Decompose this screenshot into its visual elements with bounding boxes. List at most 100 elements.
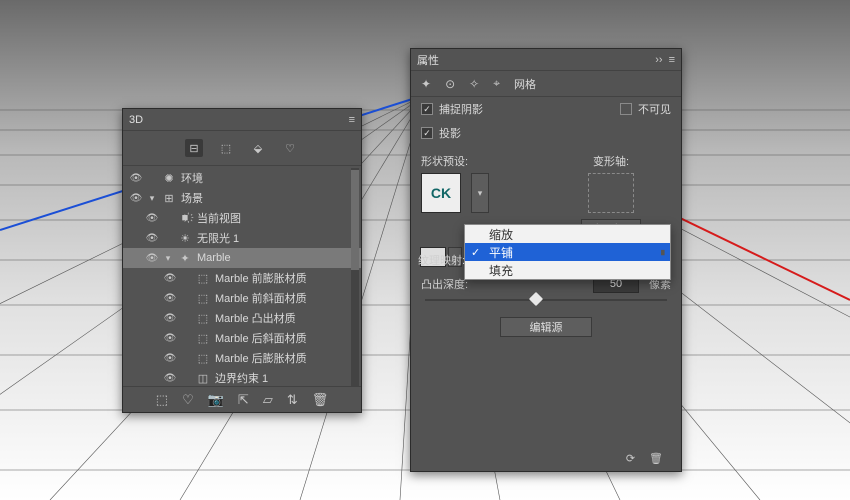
visibility-eye-icon[interactable]: 👁 bbox=[163, 373, 177, 384]
visibility-eye-icon[interactable]: 👁 bbox=[145, 213, 159, 224]
properties-tabs: ✦ ⊙ ✧ ⌖ 网格 bbox=[411, 71, 681, 97]
tree-row-marble-back-bevel[interactable]: 👁 ⬚ Marble 后斜面材质 bbox=[123, 328, 361, 348]
filter-row: ⊟ ⬚ ⬙ ♡ bbox=[123, 131, 361, 166]
label-shape-preset: 形状预设: bbox=[421, 153, 541, 169]
visibility-eye-icon[interactable]: 👁 bbox=[129, 173, 143, 184]
footer-camera-icon[interactable]: 📷 bbox=[208, 392, 224, 408]
edit-source-button[interactable]: 编辑源 bbox=[500, 317, 592, 337]
tree-row-boundary-constraint-1[interactable]: 👁 ◫ 边界约束 1 bbox=[123, 368, 361, 388]
item-type-icon: ⬚ bbox=[195, 332, 211, 345]
tab-mesh-label[interactable]: 网格 bbox=[514, 76, 536, 92]
dropdown-option-0[interactable]: 缩放 bbox=[465, 225, 670, 243]
check-icon: ✓ bbox=[471, 246, 480, 259]
texture-mapping-dropdown-menu: 缩放✓平铺填充 ▖ bbox=[464, 224, 671, 280]
item-type-icon: ⬚ bbox=[195, 272, 211, 285]
panel-properties-title: 属性 bbox=[417, 52, 649, 68]
visibility-eye-icon[interactable]: 👁 bbox=[145, 253, 159, 264]
filter-scene-icon[interactable]: ⊟ bbox=[185, 139, 203, 157]
item-type-icon: ⬚ bbox=[195, 292, 211, 305]
panel-3d-footer: ⬚ ♡ 📷 ⇱ ▱ ⇅ 🗑 bbox=[123, 386, 361, 412]
tab-icon-3[interactable]: ✧ bbox=[469, 77, 479, 91]
filter-light-icon[interactable]: ♡ bbox=[281, 139, 299, 157]
visibility-eye-icon[interactable]: 👁 bbox=[129, 193, 143, 204]
item-label: Marble 凸出材质 bbox=[215, 310, 361, 326]
footer-light-icon[interactable]: ♡ bbox=[182, 392, 194, 408]
item-type-icon: ⬚ bbox=[195, 312, 211, 325]
footer-plane-icon[interactable]: ▱ bbox=[263, 392, 273, 408]
filter-material-icon[interactable]: ⬙ bbox=[249, 139, 267, 157]
panel-menu-icon[interactable]: ≡ bbox=[669, 54, 675, 66]
item-type-icon: ◫ bbox=[195, 372, 211, 385]
footer-mesh-icon[interactable]: ⬚ bbox=[156, 392, 168, 408]
footer-trash-icon[interactable]: 🗑 bbox=[649, 452, 663, 465]
panel-3d-header[interactable]: 3D ≡ bbox=[123, 109, 361, 131]
shape-preset-swatch[interactable]: CK bbox=[421, 173, 461, 213]
item-type-icon: ✺ bbox=[161, 172, 177, 185]
item-type-icon: ⊞ bbox=[161, 192, 177, 205]
visibility-eye-icon[interactable]: 👁 bbox=[163, 333, 177, 344]
visibility-eye-icon[interactable]: 👁 bbox=[163, 293, 177, 304]
panel-properties-footer: ⟳ 🗑 bbox=[626, 445, 681, 471]
item-label: 边界约束 1 bbox=[215, 370, 361, 386]
scene-tree: 👁 ✺ 环境 👁 ▾ ⊞ 场景 👁 ■҉ 当前视图 👁 ☀ 无限光 1 👁 ▾ ✦ Marble 👁 ⬚ Marble… bbox=[123, 166, 361, 394]
visibility-eye-icon[interactable]: 👁 bbox=[145, 233, 159, 244]
label-cast-shadows: 投影 bbox=[439, 125, 461, 141]
footer-swap-icon[interactable]: ⇅ bbox=[287, 392, 298, 408]
tree-scrollbar[interactable] bbox=[351, 168, 359, 392]
tree-row-marble-back-inflation[interactable]: 👁 ⬚ Marble 后膨胀材质 bbox=[123, 348, 361, 368]
dropdown-arrow-icon: ▖ bbox=[661, 245, 668, 256]
item-type-icon: ✦ bbox=[177, 252, 193, 265]
item-type-icon: ⬚ bbox=[195, 352, 211, 365]
tab-icon-2[interactable]: ⊙ bbox=[445, 77, 455, 91]
item-label: 环境 bbox=[181, 170, 361, 186]
item-label: Marble bbox=[197, 252, 361, 264]
visibility-eye-icon[interactable]: 👁 bbox=[163, 353, 177, 364]
item-label: 当前视图 bbox=[197, 210, 361, 226]
item-label: 无限光 1 bbox=[197, 230, 361, 246]
item-type-icon: ■҉ bbox=[177, 212, 193, 224]
footer-trash-icon[interactable]: 🗑 bbox=[312, 392, 329, 408]
slider-extrude-depth[interactable] bbox=[425, 299, 667, 301]
checkbox-invisible[interactable] bbox=[620, 103, 632, 115]
checkbox-catch-shadows[interactable]: ✓ bbox=[421, 103, 433, 115]
tree-row-scene[interactable]: 👁 ▾ ⊞ 场景 bbox=[123, 188, 361, 208]
tree-row-current-view[interactable]: 👁 ■҉ 当前视图 bbox=[123, 208, 361, 228]
tree-row-marble-extrusion[interactable]: 👁 ⬚ Marble 凸出材质 bbox=[123, 308, 361, 328]
panel-3d: 3D ≡ ⊟ ⬚ ⬙ ♡ 👁 ✺ 环境 👁 ▾ ⊞ 场景 👁 ■҉ 当前视图 👁 ☀ 无限光 1 👁 ▾ ✦ M… bbox=[122, 108, 362, 413]
dropdown-option-1[interactable]: ✓平铺 bbox=[465, 243, 670, 261]
label-deform-axis: 变形轴: bbox=[551, 153, 671, 169]
footer-reset-icon[interactable]: ⟳ bbox=[626, 452, 635, 465]
tab-icon-1[interactable]: ✦ bbox=[421, 77, 431, 91]
tree-row-infinite-light-1[interactable]: 👁 ☀ 无限光 1 bbox=[123, 228, 361, 248]
tree-row-marble-front-inflation[interactable]: 👁 ⬚ Marble 前膨胀材质 bbox=[123, 268, 361, 288]
item-label: Marble 前膨胀材质 bbox=[215, 270, 361, 286]
label-texture-mapping: 纹理映射: bbox=[418, 252, 465, 268]
visibility-eye-icon[interactable]: 👁 bbox=[163, 273, 177, 284]
row-catch-shadows: ✓ 捕捉阴影 不可见 bbox=[411, 97, 681, 121]
tree-row-marble-front-bevel[interactable]: 👁 ⬚ Marble 前斜面材质 bbox=[123, 288, 361, 308]
tree-row-marble[interactable]: 👁 ▾ ✦ Marble bbox=[123, 248, 361, 268]
deform-axis-picker[interactable] bbox=[588, 173, 634, 213]
collapse-icon[interactable]: ›› bbox=[655, 54, 662, 66]
label-catch-shadows: 捕捉阴影 bbox=[439, 101, 483, 117]
item-type-icon: ☀ bbox=[177, 232, 193, 245]
row-cast-shadows: ✓ 投影 bbox=[411, 121, 681, 145]
checkbox-cast-shadows[interactable]: ✓ bbox=[421, 127, 433, 139]
item-label: Marble 后斜面材质 bbox=[215, 330, 361, 346]
panel-menu-icon[interactable]: ≡ bbox=[349, 114, 355, 126]
footer-extrude-icon[interactable]: ⇱ bbox=[238, 392, 249, 408]
disclosure-icon[interactable]: ▾ bbox=[163, 253, 173, 264]
tab-icon-4[interactable]: ⌖ bbox=[493, 76, 500, 91]
tree-row-environment[interactable]: 👁 ✺ 环境 bbox=[123, 168, 361, 188]
item-label: 场景 bbox=[181, 190, 361, 206]
disclosure-icon[interactable]: ▾ bbox=[147, 193, 157, 204]
dropdown-option-2[interactable]: 填充 bbox=[465, 261, 670, 279]
visibility-eye-icon[interactable]: 👁 bbox=[163, 313, 177, 324]
item-label: Marble 前斜面材质 bbox=[215, 290, 361, 306]
item-label: Marble 后膨胀材质 bbox=[215, 350, 361, 366]
label-invisible: 不可见 bbox=[638, 101, 671, 117]
shape-preset-dropdown[interactable]: ▾ bbox=[471, 173, 489, 213]
filter-mesh-icon[interactable]: ⬚ bbox=[217, 139, 235, 157]
panel-3d-title: 3D bbox=[129, 114, 343, 126]
panel-properties-header[interactable]: 属性 ›› ≡ bbox=[411, 49, 681, 71]
